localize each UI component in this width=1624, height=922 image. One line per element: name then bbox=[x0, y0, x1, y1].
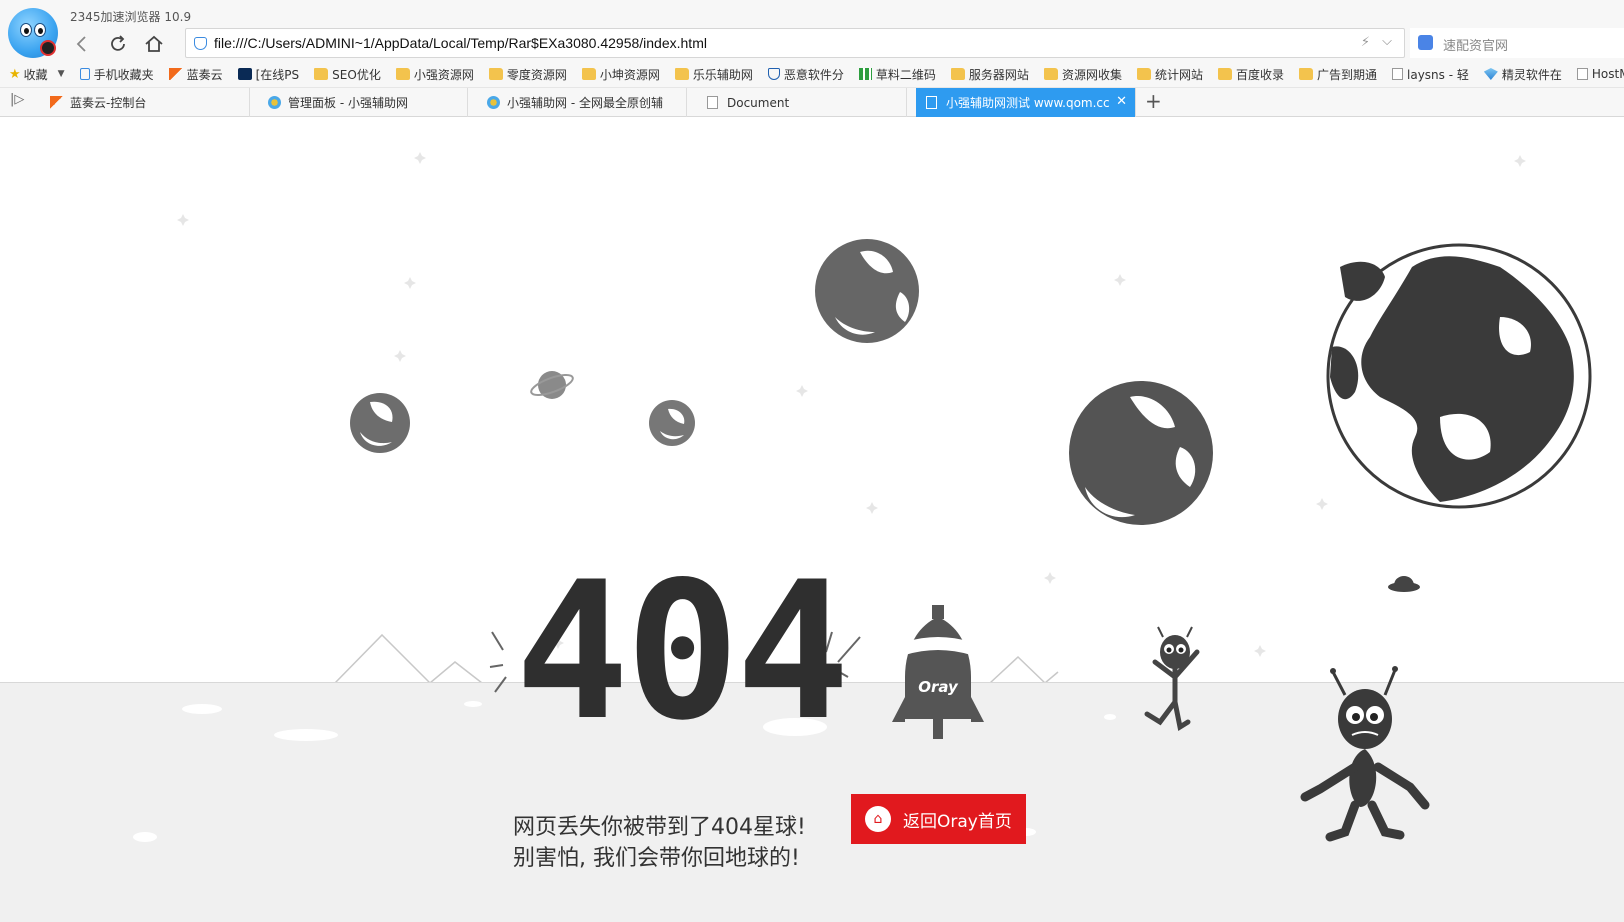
close-tab-icon[interactable]: ✕ bbox=[1116, 94, 1127, 109]
folder-icon bbox=[674, 68, 689, 80]
bookmark-item[interactable]: 手机收藏夹 bbox=[79, 66, 154, 83]
home-icon: ⌂ bbox=[865, 806, 891, 832]
folder-icon bbox=[581, 68, 596, 80]
new-tab-button[interactable]: + bbox=[1145, 89, 1162, 113]
tab-lanzou[interactable]: 蓝奏云-控制台 bbox=[40, 88, 250, 117]
phone-icon bbox=[79, 68, 90, 80]
tab-admin-panel[interactable]: 管理面板 - 小强辅助网 bbox=[258, 88, 468, 117]
return-home-label: 返回Oray首页 bbox=[903, 811, 1012, 832]
bookmark-item[interactable]: 广告到期通 bbox=[1298, 66, 1377, 83]
alien-large bbox=[1300, 666, 1430, 842]
bookmark-item[interactable]: 恶意软件分 bbox=[767, 66, 844, 83]
flag-icon bbox=[50, 96, 63, 109]
error-code: 404 bbox=[515, 541, 850, 762]
folder-icon bbox=[950, 68, 965, 80]
chevron-down-icon[interactable]: ⌵ bbox=[1382, 34, 1392, 49]
folder-icon bbox=[314, 68, 329, 80]
tab-strip: |▷ 蓝奏云-控制台 管理面板 - 小强辅助网 小强辅助网 - 全网最全原创辅 … bbox=[0, 87, 1624, 117]
alien-small bbox=[1144, 626, 1200, 732]
bookmark-item[interactable]: HostMem bbox=[1576, 67, 1624, 81]
shield-icon bbox=[767, 68, 780, 80]
page-icon bbox=[1576, 68, 1588, 80]
error-message-line-2: 别害怕, 我们会带你回地球的! bbox=[513, 846, 800, 871]
return-home-button[interactable]: ⌂ 返回Oray首页 bbox=[851, 794, 1026, 844]
folder-icon bbox=[1217, 68, 1232, 80]
site-favicon-icon bbox=[268, 96, 281, 109]
back-arrow-icon bbox=[76, 36, 86, 52]
page-icon bbox=[1392, 68, 1403, 80]
dropdown-arrow-icon[interactable]: ▼ bbox=[58, 69, 65, 79]
bookmark-item[interactable]: 统计网站 bbox=[1136, 66, 1203, 83]
secure-shield-icon bbox=[194, 37, 207, 50]
home-icon bbox=[145, 35, 163, 52]
tab-xq-home[interactable]: 小强辅助网 - 全网最全原创辅 bbox=[477, 88, 687, 117]
browser-logo-icon[interactable] bbox=[8, 8, 58, 58]
site-favicon-icon bbox=[487, 96, 500, 109]
refresh-icon bbox=[111, 35, 125, 51]
bookmark-item[interactable]: SEO优化 bbox=[314, 66, 381, 83]
flag-icon bbox=[168, 68, 183, 80]
error-message: 网页丢失你被带到了404星球! 别害怕, 我们会带你回地球的! bbox=[513, 812, 806, 874]
foreground-scene: Oray bbox=[133, 605, 1430, 842]
tab-document[interactable]: Document bbox=[697, 88, 907, 117]
bookmark-item[interactable]: 草料二维码 bbox=[858, 66, 936, 83]
page-icon bbox=[926, 96, 937, 109]
search-box[interactable]: 速配资官网 bbox=[1410, 28, 1624, 58]
page-icon bbox=[707, 96, 718, 109]
bookmark-item[interactable]: 小坤资源网 bbox=[581, 66, 660, 83]
home-button[interactable] bbox=[140, 30, 168, 58]
star-icon: ★ bbox=[9, 66, 21, 82]
baidu-paw-icon bbox=[1418, 35, 1433, 50]
bookmark-favorites[interactable]: ★ 收藏 ▼ bbox=[9, 66, 65, 83]
rocket: Oray bbox=[892, 605, 984, 739]
bookmark-item[interactable]: 乐乐辅助网 bbox=[674, 66, 753, 83]
folder-icon bbox=[1043, 68, 1058, 80]
search-placeholder[interactable]: 速配资官网 bbox=[1443, 35, 1508, 54]
app-title: 2345加速浏览器 10.9 bbox=[70, 10, 192, 24]
sidebar-toggle-icon[interactable]: |▷ bbox=[10, 92, 24, 107]
bookmarks-bar: ★ 收藏 ▼ 手机收藏夹 蓝奏云 [在线PS SEO优化 小强资源网 零度资源网 小… bbox=[0, 62, 1624, 86]
error-page: Oray 404 网页丢失你被带到了404星球! 别害怕, 我们会带你回地球的!… bbox=[0, 117, 1624, 922]
gem-icon bbox=[1483, 68, 1498, 80]
bookmark-item[interactable]: [在线PS bbox=[237, 66, 299, 83]
bookmark-item[interactable]: 精灵软件在 bbox=[1483, 66, 1562, 83]
tab-active-test[interactable]: 小强辅助网测试 www.qom.cc ✕ bbox=[916, 88, 1136, 117]
bookmark-item[interactable]: 百度收录 bbox=[1217, 66, 1284, 83]
lightning-icon[interactable]: ⚡ bbox=[1361, 35, 1370, 50]
bookmark-item[interactable]: laysns - 轻 bbox=[1392, 66, 1469, 83]
rocket-label: Oray bbox=[918, 678, 959, 696]
back-button[interactable] bbox=[68, 30, 96, 58]
folder-icon bbox=[488, 68, 503, 80]
error-message-line-1: 网页丢失你被带到了404星球! bbox=[513, 815, 806, 840]
refresh-button[interactable] bbox=[104, 30, 132, 58]
folder-icon bbox=[1136, 68, 1151, 80]
bookmark-item[interactable]: 资源网收集 bbox=[1043, 66, 1122, 83]
address-bar[interactable]: file:///C:/Users/ADMINI~1/AppData/Local/… bbox=[185, 28, 1405, 58]
bookmark-item[interactable]: 蓝奏云 bbox=[168, 66, 223, 83]
ps-icon bbox=[237, 68, 252, 80]
bookmark-item[interactable]: 零度资源网 bbox=[488, 66, 567, 83]
qr-icon bbox=[858, 68, 872, 80]
browser-chrome: 2345加速浏览器 10.9 file:///C:/Users/ADMINI~1… bbox=[0, 0, 1624, 117]
folder-icon bbox=[395, 68, 410, 80]
folder-icon bbox=[1298, 68, 1313, 80]
address-url[interactable]: file:///C:/Users/ADMINI~1/AppData/Local/… bbox=[214, 35, 707, 51]
bookmark-item[interactable]: 服务器网站 bbox=[950, 66, 1029, 83]
bookmark-item[interactable]: 小强资源网 bbox=[395, 66, 474, 83]
